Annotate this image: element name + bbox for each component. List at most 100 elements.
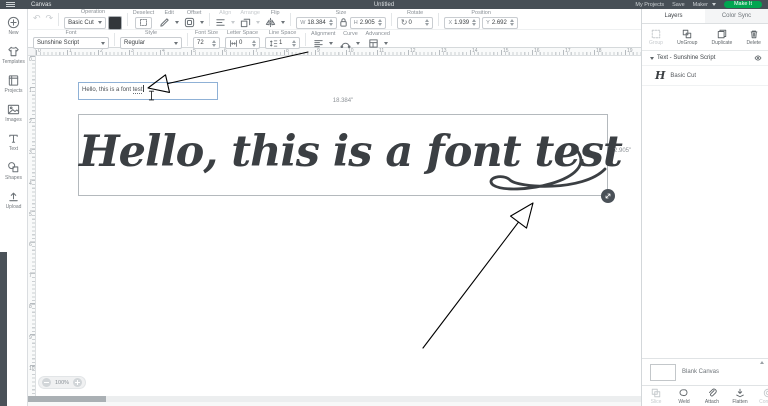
app-window: Canvas Untitled My ProjectsSave Maker Ma… (0, 0, 768, 406)
width-input[interactable]: W 18.384 (296, 17, 337, 29)
operation-select[interactable]: Basic Cut (64, 17, 106, 29)
font-select[interactable]: Sunshine Script (33, 37, 109, 49)
sidebar-item-templates[interactable]: Templates (2, 45, 25, 65)
offset-group: Offset (184, 10, 204, 28)
zoom-level: 100% (55, 380, 69, 386)
chevron-down-icon (281, 21, 285, 24)
font-size-input[interactable]: 72 (193, 37, 220, 49)
width-dimension-label: 18.384" (293, 98, 393, 104)
advanced-dropdown[interactable] (368, 38, 388, 49)
position-y-stepper[interactable] (510, 19, 514, 26)
ruler-tick-label: 8 (29, 304, 32, 310)
sidebar-item-new[interactable]: New (7, 16, 20, 36)
toolbar-row-1: ↶ ↷ Operation Basic Cut Deselect (28, 9, 641, 30)
align-icon (215, 17, 226, 28)
line-space-input[interactable]: 1 (265, 37, 300, 49)
position-x-input[interactable]: X 1.939 (444, 17, 480, 29)
layer-row[interactable]: H Basic Cut (642, 65, 768, 86)
curve-dropdown[interactable] (340, 38, 360, 49)
chevron-down-icon (98, 21, 102, 24)
chevron-down-icon (356, 42, 360, 45)
font-size-stepper[interactable] (212, 40, 216, 47)
arrange-dropdown[interactable] (240, 17, 260, 28)
chevron-down-icon (384, 42, 388, 45)
letter-space-stepper[interactable] (252, 40, 256, 47)
layers-panel: Layers Color Sync Group UnGroup Duplicate D… (641, 9, 768, 406)
panel-tabs: Layers Color Sync (642, 9, 768, 24)
flatten-button[interactable]: Flatten (726, 386, 754, 406)
weld-button[interactable]: Weld (670, 386, 698, 406)
flourish-swash (79, 115, 607, 197)
line-space-stepper[interactable] (292, 40, 296, 47)
rotate-input[interactable]: ↻ 0 (397, 17, 434, 29)
blank-canvas-row[interactable]: Blank Canvas (642, 358, 768, 385)
contour-button[interactable]: Contour (754, 386, 768, 406)
deselect-button[interactable] (135, 17, 152, 29)
sidebar-item-upload[interactable]: Upload (6, 190, 22, 210)
canvas-page[interactable]: Hello, this is a font test 18.384" Hello… (36, 56, 641, 396)
delete-button[interactable]: Delete (746, 29, 760, 46)
topbar-link-save[interactable]: Save (672, 2, 685, 8)
chevron-up-icon[interactable] (760, 361, 764, 364)
flip-dropdown[interactable] (265, 17, 285, 28)
ungroup-button[interactable]: UnGroup (677, 29, 697, 46)
lock-icon[interactable] (339, 17, 348, 28)
edit-dropdown[interactable] (159, 17, 179, 28)
operation-label: Operation (81, 9, 105, 15)
attach-button[interactable]: Attach (698, 386, 726, 406)
redo-button[interactable]: ↷ (46, 13, 54, 25)
deselect-group: Deselect (133, 10, 154, 29)
arrange-group: Arrange (240, 10, 260, 28)
canvas-color-swatch[interactable] (650, 364, 676, 381)
ruler-tick-label: 9 (29, 335, 32, 341)
tab-color-sync[interactable]: Color Sync (705, 9, 768, 23)
scrollbar-thumb[interactable] (28, 396, 106, 402)
alignment-dropdown[interactable] (313, 38, 333, 49)
position-y-input[interactable]: Y 2.692 (482, 17, 518, 29)
text-selection-box[interactable]: Hello, this is a font test (78, 114, 608, 196)
height-dimension-label: 2.905" (614, 148, 631, 154)
resize-handle[interactable] (601, 189, 615, 203)
sidebar-item-label: Text (9, 146, 18, 152)
sidebar-item-projects[interactable]: Projects (4, 74, 22, 94)
rotate-group: Rotate ↻ 0 (397, 10, 434, 29)
zoom-out-button[interactable] (42, 378, 51, 387)
canvas-area[interactable]: 012345678910111213141516171819 012345678… (28, 48, 641, 396)
menu-icon[interactable] (6, 2, 15, 7)
align-dropdown[interactable] (215, 17, 235, 28)
undo-button[interactable]: ↶ (33, 13, 41, 25)
letter-space-input[interactable]: 0 (225, 37, 260, 49)
topbar-link-my-projects[interactable]: My Projects (635, 2, 664, 8)
make-it-button[interactable]: Make It (724, 1, 762, 8)
machine-select[interactable]: Maker (693, 2, 716, 8)
chevron-down-icon (174, 42, 178, 45)
action-label: Group (649, 40, 663, 46)
duplicate-button[interactable]: Duplicate (711, 29, 732, 46)
attach-icon (707, 388, 717, 398)
tab-layers[interactable]: Layers (642, 9, 705, 23)
operation-group: Operation Basic Cut (64, 9, 122, 30)
ruler-tick-label: 7 (29, 273, 32, 279)
layer-actions: Group UnGroup Duplicate Delete (642, 24, 768, 51)
sidebar-item-shapes[interactable]: Shapes (5, 161, 22, 181)
sidebar-item-text[interactable]: Text (7, 132, 20, 152)
slice-button[interactable]: Slice (642, 386, 670, 406)
width-stepper[interactable] (329, 19, 333, 26)
sidebar-item-images[interactable]: Images (5, 103, 21, 123)
topbar-links: My Projects Save (635, 2, 684, 8)
layer-name: Basic Cut (670, 73, 696, 79)
offset-dropdown[interactable] (184, 17, 204, 28)
layer-group-row[interactable]: Text - Sunshine Script (642, 51, 768, 65)
style-select[interactable]: Regular (120, 37, 182, 49)
rotate-stepper[interactable] (425, 19, 429, 26)
ruler-tick-label: 4 (29, 181, 32, 187)
height-stepper[interactable] (378, 19, 382, 26)
color-swatch[interactable] (108, 16, 122, 30)
visibility-eye-icon[interactable] (753, 54, 763, 62)
action-label: Flatten (732, 399, 747, 405)
blank-canvas-label: Blank Canvas (682, 369, 719, 375)
group-button[interactable]: Group (649, 29, 663, 46)
position-x-stepper[interactable] (472, 19, 476, 26)
height-input[interactable]: H 2.905 (350, 17, 386, 29)
zoom-in-button[interactable] (73, 378, 82, 387)
